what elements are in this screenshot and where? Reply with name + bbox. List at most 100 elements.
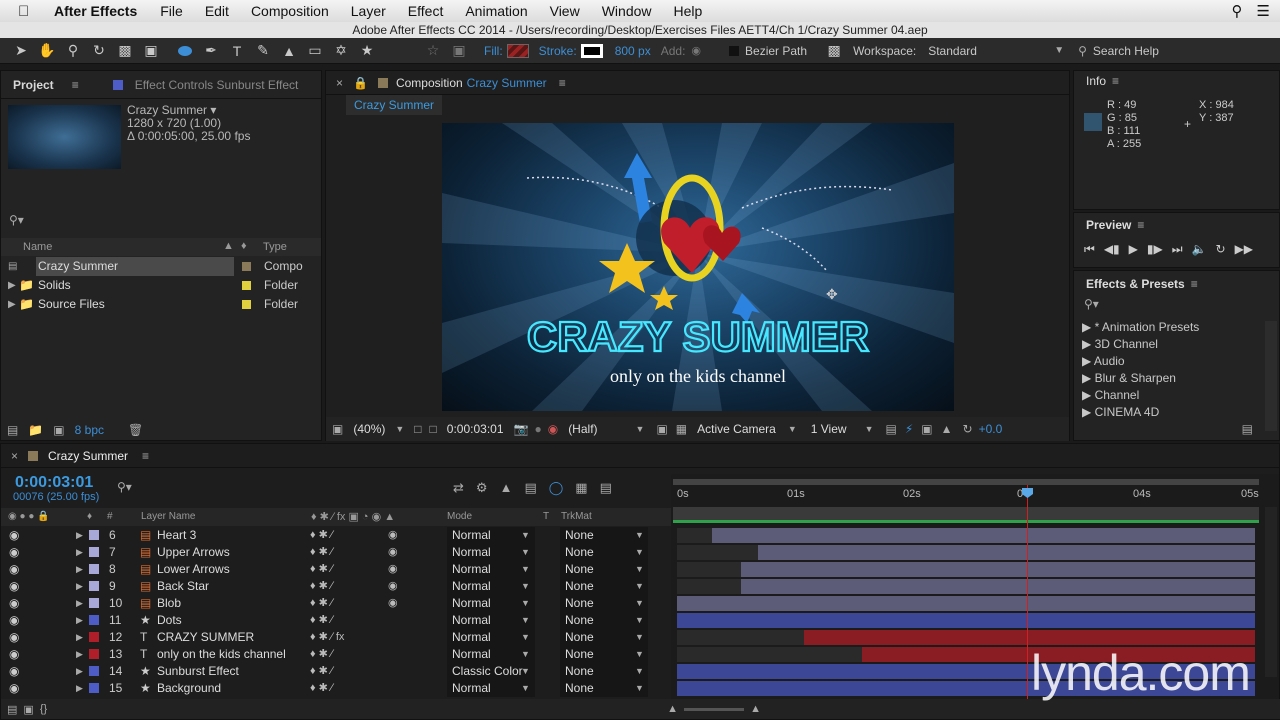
layer-label-color[interactable] bbox=[89, 615, 99, 625]
rotate-tool-icon[interactable]: ↻ bbox=[86, 40, 112, 62]
puppet-tool-icon[interactable]: ★ bbox=[354, 40, 380, 62]
layer-switches[interactable]: ♦ ✱ ∕ bbox=[310, 680, 333, 697]
trash-icon[interactable]: 🗑 bbox=[128, 423, 143, 437]
trkmat-dropdown-icon[interactable]: ▼ bbox=[635, 680, 644, 697]
trkmat-dropdown-icon[interactable]: ▼ bbox=[635, 578, 644, 595]
type-tool-icon[interactable]: T bbox=[224, 40, 250, 62]
star-shape-icon[interactable]: ☆ bbox=[420, 40, 446, 62]
transparency-grid-icon[interactable]: ▦ bbox=[676, 422, 687, 436]
visibility-eye-icon[interactable]: ◉ bbox=[9, 595, 19, 612]
col-layer-name[interactable]: Layer Name bbox=[141, 511, 195, 522]
app-name[interactable]: After Effects bbox=[42, 3, 149, 19]
effects-category[interactable]: ▶ * Animation Presets bbox=[1074, 319, 1262, 336]
close-tab-icon[interactable]: × bbox=[336, 76, 343, 90]
search-help-input[interactable]: Search Help bbox=[1093, 44, 1159, 58]
layer-expand-triangle-icon[interactable]: ▶ bbox=[76, 663, 83, 680]
timeline-close-icon[interactable]: × bbox=[11, 449, 18, 463]
mode-dropdown-icon[interactable]: ▼ bbox=[521, 561, 530, 578]
new-folder-icon[interactable]: 📁 bbox=[28, 423, 43, 437]
viewer-timecode[interactable]: 0:00:03:01 bbox=[447, 422, 504, 436]
layer-row[interactable]: ◉ ▶ 9 ▤ Back Star ♦ ✱ ∕ ◉ Normal ▼ None ▼ bbox=[1, 578, 671, 595]
stroke-swatch[interactable] bbox=[580, 43, 603, 58]
hand-tool-icon[interactable]: ✋ bbox=[34, 40, 60, 62]
trkmat-dropdown-icon[interactable]: ▼ bbox=[635, 663, 644, 680]
timeline-menu-icon[interactable]: ≡ bbox=[142, 449, 149, 463]
motion-blur-icon[interactable]: ◯ bbox=[549, 480, 564, 496]
layer-switches[interactable]: ♦ ✱ ∕ bbox=[310, 561, 333, 578]
show-snapshot-icon[interactable]: ● bbox=[534, 422, 541, 436]
disclosure-triangle-icon[interactable]: ▶ bbox=[8, 295, 16, 314]
zoom-out-icon[interactable]: ▲ bbox=[667, 703, 678, 715]
stroke-width[interactable]: 800 px bbox=[615, 44, 651, 58]
zoom-dropdown-icon[interactable]: ▼ bbox=[395, 424, 404, 434]
effects-search-icon[interactable]: ⚲▾ bbox=[1074, 297, 1279, 319]
layer-label-color[interactable] bbox=[89, 530, 99, 540]
menu-effect[interactable]: Effect bbox=[397, 3, 455, 19]
layer-expand-triangle-icon[interactable]: ▶ bbox=[76, 561, 83, 578]
add-dropdown-icon[interactable]: ◉ bbox=[691, 44, 701, 57]
layer-expand-triangle-icon[interactable]: ▶ bbox=[76, 544, 83, 561]
workspace-dropdown-icon[interactable]: ▼ bbox=[1054, 45, 1064, 56]
layer-name[interactable]: Back Star bbox=[157, 578, 209, 595]
comp-tab-name[interactable]: Crazy Summer bbox=[467, 76, 547, 90]
layer-name[interactable]: Background bbox=[157, 680, 221, 697]
comp-icon[interactable]: ▤ bbox=[8, 257, 17, 276]
brainstorm-icon[interactable]: ▦ bbox=[575, 480, 587, 496]
frame-blending-icon[interactable]: ▤ bbox=[524, 480, 536, 496]
next-frame-icon[interactable]: ▮▶ bbox=[1147, 242, 1163, 257]
preview-menu-icon[interactable]: ≡ bbox=[1137, 218, 1144, 232]
workspace-icon[interactable]: ▩ bbox=[821, 40, 847, 62]
disclosure-triangle-icon[interactable]: ▶ bbox=[8, 276, 16, 295]
layer-label-color[interactable] bbox=[89, 547, 99, 557]
layer-row[interactable]: ◉ ▶ 8 ▤ Lower Arrows ♦ ✱ ∕ ◉ Normal ▼ None ▼ bbox=[1, 561, 671, 578]
audio-icon[interactable]: 🔈 bbox=[1192, 242, 1207, 257]
effects-category[interactable]: ▶ 3D Channel bbox=[1074, 336, 1262, 353]
layer-switches[interactable]: ♦ ✱ ∕ bbox=[310, 646, 333, 663]
layer-switches[interactable]: ♦ ✱ ∕ fx bbox=[310, 629, 344, 646]
comp-menu-icon[interactable]: ≡ bbox=[559, 76, 566, 90]
reset-exposure-icon[interactable]: ↻ bbox=[963, 422, 973, 436]
expand-layer-switches-icon[interactable]: ▤ bbox=[7, 703, 17, 716]
interpret-footage-icon[interactable]: ▤ bbox=[7, 423, 18, 437]
layer-name[interactable]: Lower Arrows bbox=[157, 561, 230, 578]
mask-visibility-icon[interactable]: □ bbox=[430, 422, 437, 436]
trkmat-dropdown-icon[interactable]: ▼ bbox=[635, 646, 644, 663]
layer-duration-bar[interactable] bbox=[677, 613, 1255, 628]
expand-timing-icon[interactable]: {} bbox=[40, 703, 47, 715]
spotlight-search-icon[interactable]: ⚲ bbox=[1232, 2, 1243, 20]
trkmat-dropdown-icon[interactable]: ▼ bbox=[635, 595, 644, 612]
camera-dropdown-icon[interactable]: ▼ bbox=[788, 424, 797, 434]
layer-switches[interactable]: ♦ ✱ ∕ bbox=[310, 612, 333, 629]
project-search-icon[interactable]: ⚲▾ bbox=[9, 213, 319, 231]
timeline-scrollbar[interactable] bbox=[1265, 507, 1277, 677]
visibility-eye-icon[interactable]: ◉ bbox=[9, 680, 19, 697]
zoom-value[interactable]: (40%) bbox=[353, 422, 385, 436]
snapshot-icon[interactable]: 📷 bbox=[514, 422, 529, 436]
mode-dropdown-icon[interactable]: ▼ bbox=[521, 612, 530, 629]
project-item-label[interactable] bbox=[242, 281, 251, 290]
shy-layers-icon[interactable]: ▲ bbox=[500, 480, 513, 496]
layer-row[interactable]: ◉ ▶ 14 ★ Sunburst Effect ♦ ✱ ∕ Classic Color ▼ N… bbox=[1, 663, 671, 680]
layer-duration-bar[interactable] bbox=[804, 630, 1255, 645]
comp-viewer[interactable]: CRAZY SUMMER only on the kids channel ✥ bbox=[442, 123, 954, 411]
layer-switches[interactable]: ♦ ✱ ∕ bbox=[310, 663, 333, 680]
timeline-icon[interactable]: ▣ bbox=[921, 422, 932, 436]
project-item[interactable]: ▤ Crazy Summer Compo bbox=[1, 257, 321, 276]
visibility-eye-icon[interactable]: ◉ bbox=[9, 544, 19, 561]
layer-switches[interactable]: ♦ ✱ ∕ bbox=[310, 544, 333, 561]
layer-duration-bar[interactable] bbox=[740, 579, 1255, 594]
effects-scrollbar[interactable] bbox=[1265, 321, 1277, 431]
mode-dropdown-icon[interactable]: ▼ bbox=[521, 595, 530, 612]
parent-pick-whip-icon[interactable]: ◉ bbox=[388, 578, 398, 595]
trkmat-dropdown-icon[interactable]: ▼ bbox=[635, 629, 644, 646]
info-menu-icon[interactable]: ≡ bbox=[1112, 74, 1119, 88]
first-frame-icon[interactable]: ⏮ bbox=[1084, 242, 1095, 257]
camera-tool-icon[interactable]: ▩ bbox=[112, 40, 138, 62]
layer-label-color[interactable] bbox=[89, 598, 99, 608]
trkmat-dropdown-icon[interactable]: ▼ bbox=[635, 527, 644, 544]
col-name-header[interactable]: Name bbox=[23, 241, 52, 253]
layer-label-color[interactable] bbox=[89, 683, 99, 693]
timeline-tab[interactable]: Crazy Summer bbox=[48, 449, 128, 463]
prev-frame-icon[interactable]: ◀▮ bbox=[1104, 242, 1120, 257]
parent-pick-whip-icon[interactable]: ◉ bbox=[388, 595, 398, 612]
